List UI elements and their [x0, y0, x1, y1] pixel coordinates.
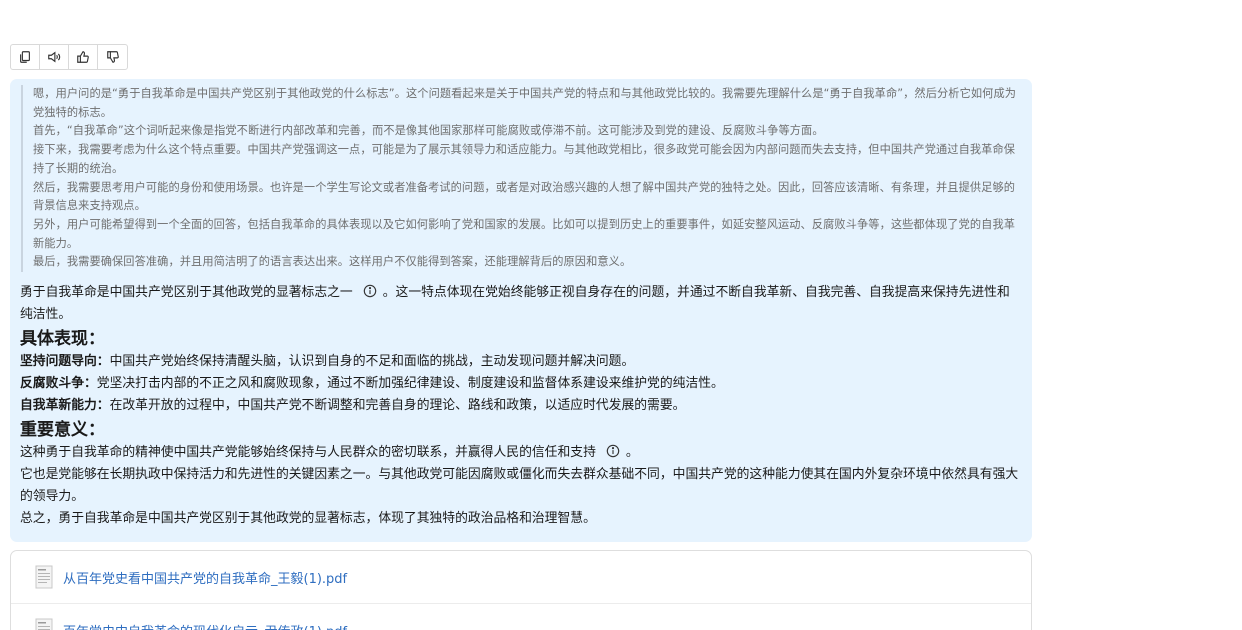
source-file-link[interactable]: 百年党史中自我革命的现代化启示_尹传政(1).pdf — [11, 604, 1031, 630]
item-label: 坚持问题导向： — [20, 354, 110, 370]
item-label: 自我革新能力： — [20, 398, 110, 414]
list-item: 自我革新能力：在改革开放的过程中，中国共产党不断调整和完善自身的理论、路线和政策… — [20, 395, 1022, 417]
dislike-button[interactable] — [98, 45, 127, 69]
section-title-manifestation: 具体表现： — [20, 329, 105, 350]
pdf-document-icon — [35, 565, 53, 589]
thinking-paragraph: 接下来，我需要考虑为什么这个特点重要。中国共产党强调这一点，可能是为了展示其领导… — [33, 143, 1016, 175]
speaker-icon — [48, 51, 61, 63]
copy-button[interactable] — [11, 45, 40, 69]
thinking-paragraph: 另外，用户可能希望得到一个全面的回答，包括自我革命的具体表现以及它如何影响了党和… — [33, 217, 1016, 250]
item-label: 反腐败斗争： — [20, 376, 97, 392]
section-title-significance: 重要意义： — [20, 420, 105, 441]
citation-info-icon[interactable] — [606, 444, 620, 458]
thinking-paragraph: 嗯，用户问的是“勇于自我革命是中国共产党区别于其他政党的什么标志”。这个问题看起… — [33, 87, 1017, 119]
source-file-title: 百年党史中自我革命的现代化启示_尹传政(1).pdf — [63, 621, 347, 630]
significance-paragraph: 这种勇于自我革命的精神使中国共产党能够始终保持与人民群众的密切联系，并赢得人民的… — [20, 442, 1022, 464]
source-file-link[interactable]: 从百年党史看中国共产党的自我革命_王毅(1).pdf — [11, 551, 1031, 604]
assistant-answer: 嗯，用户问的是“勇于自我革命是中国共产党区别于其他政党的什么标志”。这个问题看起… — [10, 79, 1032, 542]
list-item: 坚持问题导向：中国共产党始终保持清醒头脑，认识到自身的不足和面临的挑战，主动发现… — [20, 351, 1022, 373]
item-text: 党坚决打击内部的不正之风和腐败现象，通过不断加强纪律建设、制度建设和监督体系建设… — [96, 376, 724, 392]
item-text: 中国共产党始终保持清醒头脑，认识到自身的不足和面临的挑战，主动发现问题并解决问题… — [109, 354, 635, 370]
thinking-block: 嗯，用户问的是“勇于自我革命是中国共产党区别于其他政党的什么标志”。这个问题看起… — [21, 85, 1022, 273]
like-button[interactable] — [69, 45, 98, 69]
answer-content: 勇于自我革命是中国共产党区别于其他政党的显著标志之一 。这一特点体现在党始终能够正… — [20, 282, 1022, 530]
message-actions-toolbar — [10, 44, 128, 70]
item-text: 在改革开放的过程中，中国共产党不断调整和完善自身的理论、路线和政策，以适应时代发… — [109, 398, 686, 414]
citation-info-icon[interactable] — [363, 284, 377, 298]
thinking-paragraph: 最后，我需要确保回答准确，并且用简洁明了的语言表达出来。这样用户不仅能得到答案，… — [33, 255, 632, 269]
list-item: 反腐败斗争：党坚决打击内部的不正之风和腐败现象，通过不断加强纪律建设、制度建设和… — [20, 373, 1022, 395]
significance-paragraph-2: 它也是党能够在长期执政中保持活力和先进性的关键因素之一。与其他政党可能因腐败或僵… — [20, 467, 1019, 505]
read-aloud-button[interactable] — [40, 45, 69, 69]
significance-text-end: 。 — [625, 445, 639, 461]
intro-text: 勇于自我革命是中国共产党区别于其他政党的显著标志之一 — [20, 285, 353, 301]
copy-icon — [20, 51, 30, 63]
thumbs-up-icon — [77, 51, 89, 63]
pdf-document-icon — [35, 618, 53, 630]
intro-paragraph: 勇于自我革命是中国共产党区别于其他政党的显著标志之一 。这一特点体现在党始终能够正… — [20, 282, 1022, 326]
conclusion-paragraph: 总之，勇于自我革命是中国共产党区别于其他政党的显著标志，体现了其独特的政治品格和… — [20, 511, 596, 527]
reference-sources-list: 从百年党史看中国共产党的自我革命_王毅(1).pdf 百年党史中自我革命的现代化… — [10, 550, 1032, 630]
thinking-paragraph: 首先，“自我革命”这个词听起来像是指党不断进行内部改革和完善，而不是像其他国家那… — [33, 124, 824, 138]
thumbs-down-icon — [106, 51, 119, 63]
thinking-paragraph: 然后，我需要思考用户可能的身份和使用场景。也许是一个学生写论文或者准备考试的问题… — [33, 180, 1016, 213]
significance-text: 这种勇于自我革命的精神使中国共产党能够始终保持与人民群众的密切联系，并赢得人民的… — [20, 445, 596, 461]
source-file-title: 从百年党史看中国共产党的自我革命_王毅(1).pdf — [63, 571, 348, 587]
